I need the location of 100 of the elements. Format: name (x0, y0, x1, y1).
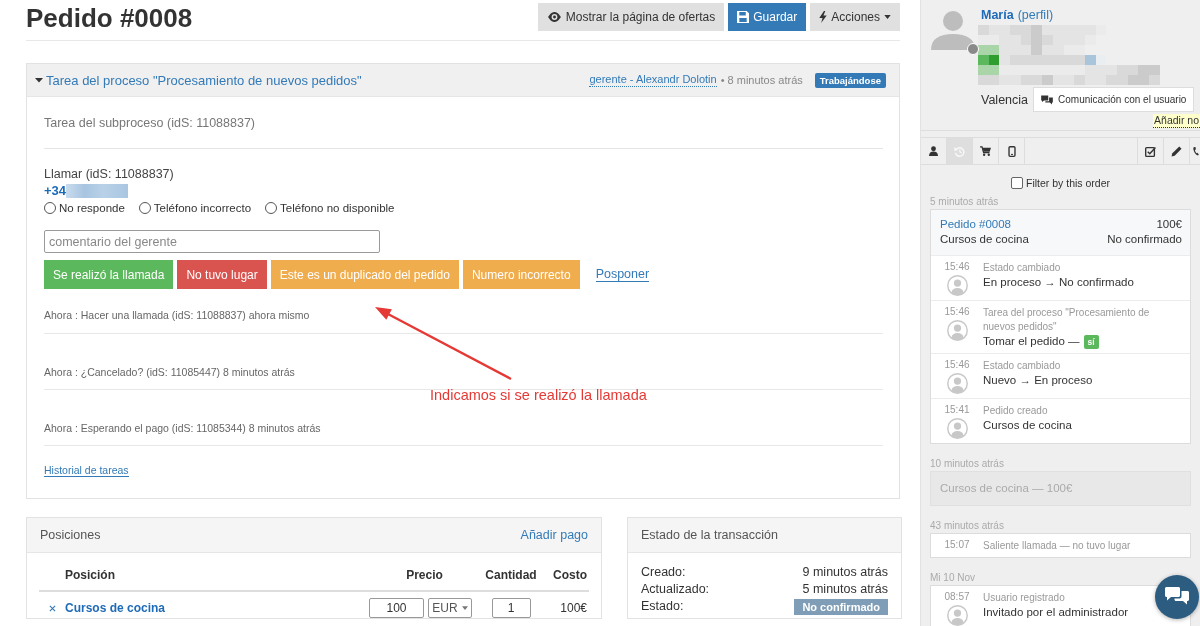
cost-cell-text: 100€ (559, 601, 587, 615)
answer-badge: sí (1083, 334, 1099, 349)
task-history-entry: Ahora : ¿Cancelado? (idS: 11085447) 8 minutos atrás (44, 366, 295, 378)
caret-down-icon[interactable] (35, 76, 43, 84)
entry-title: Saliente llamada — no tuvo lugar (983, 540, 1131, 551)
transaction-label: Actualizado: (641, 581, 710, 598)
entry-text: Tomar el pedido — (983, 334, 1080, 349)
history-icon (954, 145, 965, 157)
contact-user-button[interactable]: Comunicación con el usuario (1033, 87, 1195, 112)
entry-title: Tarea del proceso "Procesamiento de nuevos pedidos" (983, 307, 1150, 332)
entry-time: 08:57 (944, 591, 970, 603)
save-button[interactable]: Guardar (728, 3, 807, 31)
entry-title: Pedido creado (983, 405, 1048, 416)
checked-box-icon (1145, 145, 1156, 157)
order-product: Cursos de cocina (940, 232, 1029, 247)
order-status-badge: No confirmado (794, 598, 888, 615)
caret-down-icon (884, 15, 891, 19)
postpone-link[interactable]: Posponer (595, 267, 650, 282)
avatar-icon (946, 418, 968, 439)
subprocess-title: Tarea del subproceso (idS: 11088837) (44, 116, 256, 130)
panel-title: Estado de la transacción (641, 528, 778, 542)
column-header: Cantidad (484, 567, 538, 583)
user-silhouette-icon (931, 10, 975, 50)
chat-icon (1041, 94, 1054, 105)
filter-checkbox[interactable] (1011, 177, 1023, 189)
entry-time: 15:41 (944, 404, 970, 416)
add-note-link[interactable]: Añadir no (1153, 114, 1200, 128)
task-history-entry: Ahora : Esperando el pago (idS: 11085344) 8 minutos atrás (44, 422, 321, 434)
currency-select[interactable]: EUR (428, 598, 472, 618)
user-city: Valencia (981, 92, 1029, 107)
pencil-icon (1171, 145, 1182, 157)
transaction-label: Estado: (641, 598, 684, 615)
call-task-title: Llamar (idS: 11088837) (44, 167, 174, 181)
annotation-text: Indicamos si se realizó la llamada (430, 386, 647, 404)
phone-number-link[interactable]: +34 (44, 183, 67, 199)
caret-down-icon (461, 606, 468, 610)
entry-time: 15:46 (944, 306, 970, 318)
entry-title: Usuario registrado (983, 592, 1065, 603)
order-status: No confirmado (1107, 232, 1182, 247)
column-header: Precio (405, 567, 444, 583)
order-link[interactable]: Pedido #0008 (940, 217, 1011, 232)
sidebar-tab[interactable] (1189, 138, 1200, 164)
entry-time: 15:46 (944, 359, 970, 371)
entry-title: Estado cambiado (983, 262, 1061, 273)
preview-button[interactable]: Mostrar la página de ofertas (537, 3, 725, 31)
task-history-link[interactable]: Historial de tareas (44, 464, 129, 477)
radio-button[interactable] (138, 202, 151, 214)
entry-time: 15:07 (944, 539, 970, 551)
quantity-field[interactable]: 1 (491, 598, 531, 618)
task-history-entry: Ahora : Hacer una llamada (idS: 11088837) ahora mismo (44, 309, 310, 321)
column-header: Posición (65, 567, 116, 583)
page-title: Pedido #0008 (26, 4, 193, 32)
filter-label[interactable]: Filter by this order (1026, 176, 1110, 190)
entry-text: Invitado por el administrador (983, 605, 1129, 620)
cart-icon (980, 146, 991, 156)
avatar-icon (946, 275, 968, 296)
status-badge: Trabajándose (814, 72, 886, 88)
product-link[interactable]: Cursos de cocina (65, 600, 369, 616)
chat-button[interactable] (1155, 575, 1199, 619)
avatar-icon (946, 373, 968, 394)
task-title-link[interactable]: Tarea del proceso "Procesamiento de nuevos pedidos" (46, 72, 362, 88)
chat-icon (1165, 587, 1189, 607)
blurred-phone-number (66, 184, 129, 198)
actions-menu-button[interactable]: Acciones (810, 3, 900, 31)
transaction-value: 5 minutos atrás (802, 581, 888, 598)
task-time: • 8 minutos atrás (720, 74, 803, 86)
lightning-bolt-icon (819, 11, 828, 23)
entry-text: Nuevo → En proceso (983, 373, 1093, 388)
column-header: Costo (552, 567, 587, 583)
price-field[interactable]: 100 (369, 598, 424, 618)
panel-title: Posiciones (40, 528, 101, 542)
entry-text: En proceso → No confirmado (983, 275, 1134, 290)
entry-text: Cursos de cocina (983, 418, 1072, 433)
feed-date: 43 minutos atrás (930, 520, 1004, 531)
radio-button[interactable] (265, 202, 278, 214)
order-total: 100€ (1156, 217, 1182, 232)
user-name-link[interactable]: María (981, 8, 1014, 22)
radio-button[interactable] (44, 202, 56, 214)
order-summary-card: Cursos de cocina — 100€ (930, 471, 1191, 506)
transaction-label: Creado: (641, 564, 686, 581)
radio-label[interactable]: Teléfono no disponible (280, 200, 395, 216)
assignee-link[interactable]: gerente - Alexandr Dolotin (589, 73, 717, 87)
radio-label[interactable]: Teléfono incorrecto (153, 200, 252, 216)
remove-icon[interactable] (48, 604, 56, 612)
entry-time: 15:46 (944, 261, 970, 273)
avatar-icon (946, 320, 968, 341)
feed-date: Mi 10 Nov (930, 572, 975, 583)
feed-date: 5 minutos atrás (930, 196, 999, 207)
user-icon (929, 146, 938, 156)
comment-field[interactable]: comentario del gerente (44, 230, 380, 253)
entry-title: Estado cambiado (983, 360, 1061, 371)
add-payment-link[interactable]: Añadir pago (520, 528, 588, 542)
transaction-value: 9 minutos atrás (802, 564, 888, 581)
profile-link[interactable]: (perfil) (1017, 8, 1054, 22)
tablet-icon (1007, 145, 1016, 157)
eye-icon (546, 12, 562, 22)
feed-date: 10 minutos atrás (930, 458, 1004, 469)
phone-icon (1193, 146, 1199, 156)
radio-label[interactable]: No responde (59, 200, 125, 216)
call-failed-button[interactable]: No tuvo lugar (177, 260, 267, 289)
